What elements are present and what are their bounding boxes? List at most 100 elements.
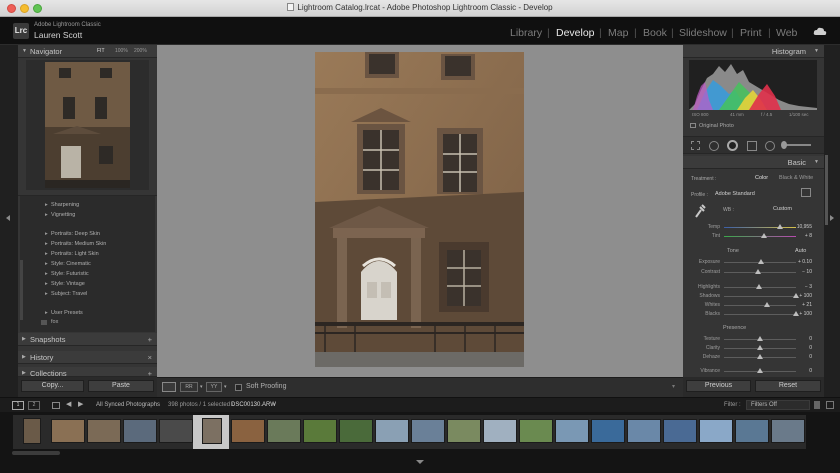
collapse-right-icon[interactable] [830,215,834,221]
filmstrip-thumbnail[interactable] [447,419,481,443]
profile-select[interactable]: Adobe Standard [715,191,755,197]
filmstrip-thumbnail[interactable] [51,419,85,443]
preset-cinematic[interactable]: Style: Cinematic [45,261,91,267]
slider-thumb[interactable] [793,311,799,316]
filmstrip-thumbnail[interactable] [555,419,589,443]
slider-value[interactable]: 0 [809,368,812,374]
reset-button[interactable]: Reset [755,380,821,392]
loupe-view-icon[interactable] [162,382,176,392]
right-panel-scrollbar[interactable] [825,155,828,225]
red-eye-icon[interactable] [727,140,738,151]
slider-thumb[interactable] [755,269,761,274]
adjustment-brush-icon[interactable] [783,144,811,146]
preset-deep-skin[interactable]: Portraits: Deep Skin [45,231,100,237]
slider-thumb[interactable] [757,368,763,373]
navigator-thumbnail[interactable] [45,62,130,188]
slider-thumb[interactable] [793,293,799,298]
monitor-1-button[interactable]: 1 [12,401,24,410]
filmstrip-scrollbar[interactable] [12,451,60,455]
main-photo[interactable] [315,52,524,367]
filmstrip-thumbnail[interactable] [375,419,409,443]
slider-value[interactable]: + 100 [799,311,812,317]
slider-shadows[interactable]: Shadows + 100 [690,292,818,300]
navigator-header[interactable]: ▼ Navigator FIT 100% 200% [18,45,157,58]
slider-value[interactable]: + 8 [805,233,812,239]
filmstrip-thumbnail[interactable] [87,419,121,443]
filmstrip-source[interactable]: All Synced Photographs [96,402,160,408]
module-print[interactable]: Print [740,27,762,39]
chevron-down-icon[interactable]: ▾ [200,384,203,390]
slider-blacks[interactable]: Blacks + 100 [690,310,818,318]
graduated-filter-icon[interactable] [747,141,757,151]
module-book[interactable]: Book [643,27,667,39]
forward-arrow-icon[interactable]: ▶ [78,400,83,408]
history-header[interactable]: ▶ History × [18,351,157,364]
treatment-color[interactable]: Color [755,175,768,181]
chevron-down-icon[interactable]: ▾ [224,384,227,390]
spot-removal-icon[interactable] [709,141,719,151]
slider-value[interactable]: 10,955 [797,224,812,230]
wb-select[interactable]: Custom [773,206,792,212]
slider-value[interactable]: − 3 [805,284,812,290]
filmstrip-thumbnail[interactable] [591,419,625,443]
snapshots-header[interactable]: ▶ Snapshots + [18,333,157,346]
slider-thumb[interactable] [757,345,763,350]
add-collection-icon[interactable]: + [148,367,152,376]
filmstrip-thumbnail[interactable] [735,419,769,443]
slider-vibrance[interactable]: Vibrance 0 [690,367,818,375]
clear-history-icon[interactable]: × [148,351,152,364]
preset-travel[interactable]: Subject: Travel [45,291,87,297]
module-develop[interactable]: Develop [556,27,595,39]
slider-track[interactable] [724,296,796,297]
slider-value[interactable]: 0 [809,354,812,360]
slider-thumb[interactable] [757,354,763,359]
slider-thumb[interactable] [764,302,770,307]
preset-futuristic[interactable]: Style: Futuristic [45,271,89,277]
slider-track[interactable] [724,305,796,306]
slider-value[interactable]: + 0.10 [798,259,812,265]
slider-thumb[interactable] [777,224,783,229]
tone-auto-button[interactable]: Auto [795,248,806,254]
collapse-left-icon[interactable] [6,215,10,221]
filmstrip-thumbnail[interactable] [231,419,265,443]
collapse-filmstrip-icon[interactable] [416,460,424,464]
paste-button[interactable]: Paste [88,380,154,392]
filmstrip-thumbnail[interactable] [483,419,517,443]
filmstrip-thumbnail[interactable] [519,419,553,443]
filmstrip-thumbnail[interactable] [627,419,661,443]
filmstrip-thumbnail[interactable] [303,419,337,443]
module-map[interactable]: Map [608,27,628,39]
filmstrip-thumbnail[interactable] [202,418,222,444]
chevron-down-icon[interactable]: ▾ [273,402,276,408]
filmstrip-thumbnail[interactable] [267,419,301,443]
filmstrip-thumbnail[interactable] [339,419,373,443]
slider-value[interactable]: − 10 [802,269,812,275]
cloud-sync-icon[interactable] [813,27,827,36]
zoom-100[interactable]: 100% [115,45,128,58]
filmstrip-thumbnail[interactable] [23,418,41,444]
preset-vignetting[interactable]: Vignetting [45,212,75,218]
module-web[interactable]: Web [776,27,797,39]
slider-thumb[interactable] [757,336,763,341]
zoom-200[interactable]: 200% [134,45,147,58]
slider-clarity[interactable]: Clarity 0 [690,344,818,352]
copy-button[interactable]: Copy... [21,380,84,392]
histogram-header[interactable]: Histogram ▼ [683,45,824,58]
slider-value[interactable]: 0 [809,336,812,342]
add-snapshot-icon[interactable]: + [148,333,152,346]
slider-contrast[interactable]: Contrast − 10 [690,268,818,276]
slider-value[interactable]: 0 [809,345,812,351]
filmstrip-thumbnail[interactable] [663,419,697,443]
preset-vintage[interactable]: Style: Vintage [45,281,85,287]
slider-whites[interactable]: Whites + 21 [690,301,818,309]
crop-icon[interactable] [691,141,700,150]
filmstrip-filename[interactable]: DSC00130.ARW [231,402,276,408]
slider-thumb[interactable] [761,233,767,238]
filmstrip-thumbnail[interactable] [771,419,805,443]
preset-fox[interactable]: fox [51,319,58,325]
profile-browser-icon[interactable] [801,188,811,197]
basic-header[interactable]: Basic ▼ [683,156,824,169]
filter-select[interactable]: Filters Off [746,400,810,410]
lock-icon[interactable] [814,401,820,409]
module-library[interactable]: Library [510,27,542,39]
